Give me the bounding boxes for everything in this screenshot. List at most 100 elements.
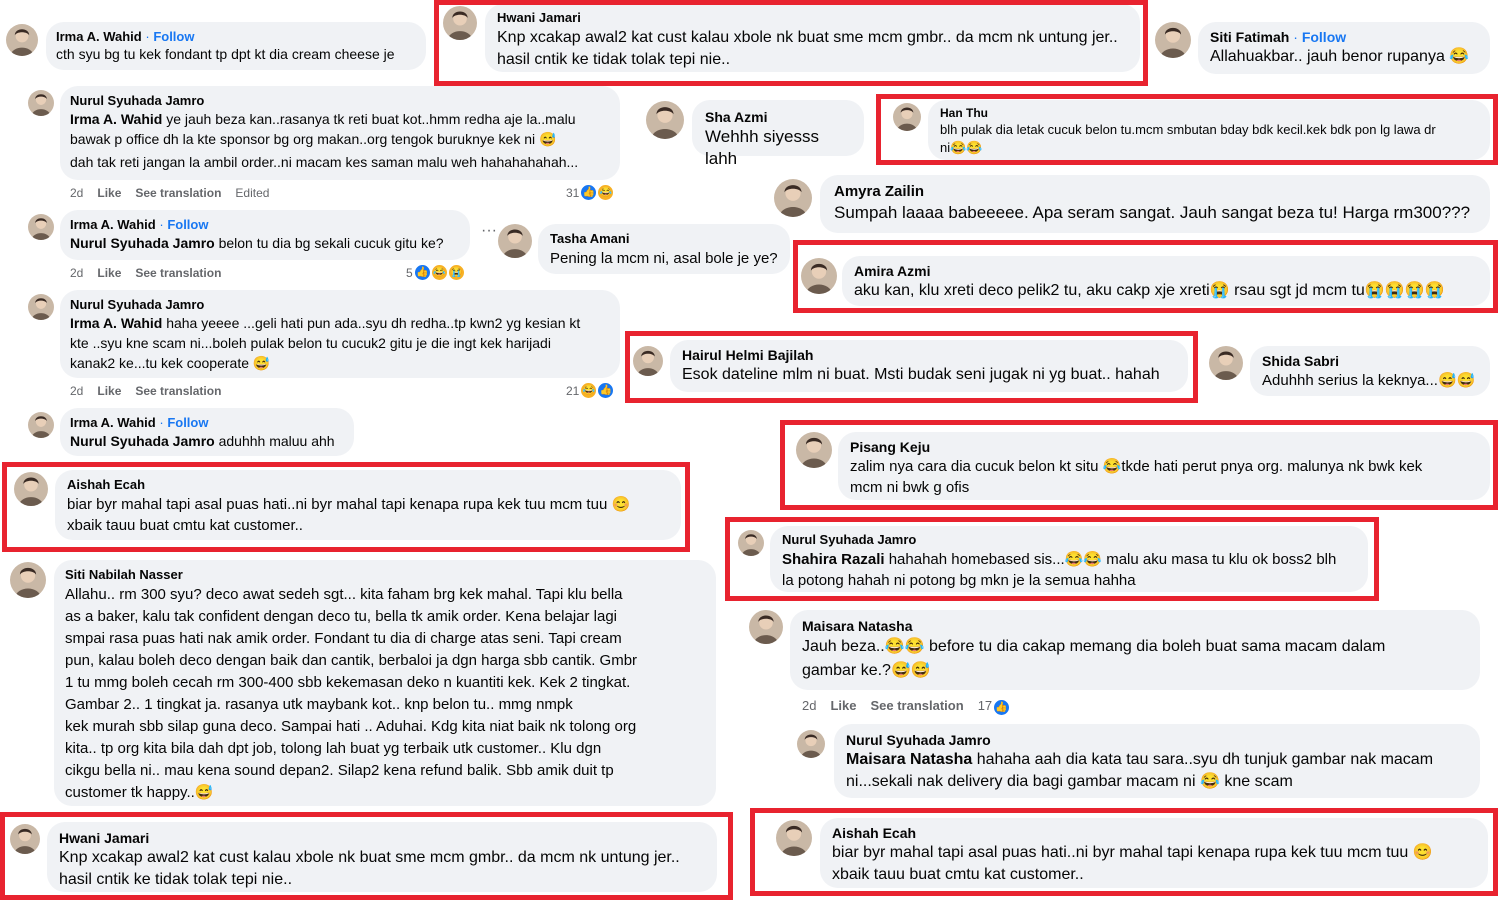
laugh-emoji-icon: 😂 xyxy=(1064,551,1084,568)
comment-text: mcm ni bwk g ofis xyxy=(850,479,970,496)
reaction-count[interactable]: 31 👍 😂 xyxy=(566,185,614,200)
avatar[interactable] xyxy=(14,472,48,506)
author-name[interactable]: Irma A. Wahid xyxy=(70,217,156,232)
avatar[interactable] xyxy=(28,294,54,320)
avatar[interactable] xyxy=(1155,22,1191,58)
see-translation-button[interactable]: See translation xyxy=(135,186,221,200)
comment-text: la potong hahah ni potong bg mkn je la s… xyxy=(782,572,1136,589)
author-name[interactable]: Han Thu xyxy=(940,106,1478,121)
author-name[interactable]: Amira Azmi xyxy=(854,262,1478,280)
follow-button[interactable]: Follow xyxy=(1302,29,1346,45)
like-button[interactable]: Like xyxy=(97,384,121,398)
author-name[interactable]: Hwani Jamari xyxy=(59,829,705,847)
timestamp[interactable]: 2d xyxy=(802,698,816,713)
avatar[interactable] xyxy=(498,224,532,258)
timestamp[interactable]: 2d xyxy=(70,384,83,398)
reaction-count[interactable]: 21 😂 👍 xyxy=(566,383,614,398)
avatar[interactable] xyxy=(1209,346,1243,380)
comment-actions: 2d Like See translation 17 👍 xyxy=(802,698,1023,715)
comment-text: 1 tu mmg boleh cecah rm 300-400 sbb keke… xyxy=(65,674,631,691)
like-reaction-icon: 👍 xyxy=(598,383,614,398)
cry-emoji-icon: 😭 xyxy=(1424,282,1445,299)
avatar[interactable] xyxy=(749,610,783,644)
comment-text: ye jauh beza kan..rasanya tk reti buat k… xyxy=(162,111,576,127)
avatar[interactable] xyxy=(646,101,684,139)
follow-button[interactable]: Follow xyxy=(153,29,194,44)
reaction-number[interactable]: 17 xyxy=(978,698,992,713)
avatar[interactable] xyxy=(893,103,921,131)
comment-text: xbaik tauu buat cmtu kat customer.. xyxy=(832,866,1084,883)
author-name[interactable]: Siti Nabilah Nasser xyxy=(65,566,705,584)
comment-bubble: Sha Azmi Wehhh siyesss lahh xyxy=(692,100,864,168)
author-name[interactable]: Irma A. Wahid xyxy=(56,29,142,44)
haha-reaction-icon: 😂 xyxy=(581,383,597,398)
wow-reaction-icon: 😭 xyxy=(448,265,464,280)
more-options-icon[interactable]: ··· xyxy=(481,222,497,240)
author-name[interactable]: Aishah Ecah xyxy=(67,476,669,494)
comment-bubble: Shida Sabri Aduhhh serius la keknya...😅😅 xyxy=(1250,346,1490,396)
author-name[interactable]: Shida Sabri xyxy=(1262,352,1478,370)
see-translation-button[interactable]: See translation xyxy=(870,698,963,713)
author-name[interactable]: Amyra Zailin xyxy=(834,183,1476,201)
comment-text: cikgu bella ni.. mau kena sound depan2. … xyxy=(65,762,614,779)
comment-bubble: Pisang Keju zalim nya cara dia cucuk bel… xyxy=(838,432,1490,500)
follow-button[interactable]: Follow xyxy=(167,415,208,430)
mention-link[interactable]: Nurul Syuhada Jamro xyxy=(70,433,215,449)
like-button[interactable]: Like xyxy=(97,186,121,200)
sweat-emoji-icon: 😅 xyxy=(1456,372,1476,389)
avatar[interactable] xyxy=(796,432,832,468)
mention-link[interactable]: Irma A. Wahid xyxy=(70,315,162,331)
avatar[interactable] xyxy=(443,6,477,40)
avatar[interactable] xyxy=(10,562,46,598)
comment-text-line1: blh pulak dia letak cucuk belon tu.mcm s… xyxy=(940,122,1436,137)
avatar[interactable] xyxy=(776,820,812,856)
author-name[interactable]: Siti Fatimah xyxy=(1210,29,1289,45)
laugh-emoji-icon: 😂 xyxy=(1083,551,1103,568)
mention-link[interactable]: Maisara Natasha xyxy=(846,751,972,768)
avatar[interactable] xyxy=(28,90,54,116)
comment-bubble: Irma A. Wahid · Follow cth syu bg tu kek… xyxy=(46,22,426,70)
avatar[interactable] xyxy=(28,412,54,438)
avatar[interactable] xyxy=(633,346,663,376)
comment-text: biar byr mahal tapi asal puas hati..ni b… xyxy=(832,844,1409,861)
follow-button[interactable]: Follow xyxy=(167,217,208,232)
like-button[interactable]: Like xyxy=(97,266,121,280)
laugh-emoji-icon: 😂 xyxy=(1449,48,1470,65)
comment-text: before tu dia cakap memang dia boleh bua… xyxy=(924,638,1386,655)
comment-text: belon tu dia bg sekali cucuk gitu ke? xyxy=(214,235,444,251)
comment-text-line1: Knp xcakap awal2 kat cust kalau xbole nk… xyxy=(59,849,680,866)
see-translation-button[interactable]: See translation xyxy=(135,266,221,280)
avatar[interactable] xyxy=(801,258,837,294)
author-name[interactable]: Nurul Syuhada Jamro xyxy=(70,92,610,109)
avatar[interactable] xyxy=(774,179,812,217)
comment-bubble: Nurul Syuhada Jamro Maisara Natasha haha… xyxy=(834,724,1480,798)
author-name[interactable]: Sha Azmi xyxy=(705,108,851,126)
author-name[interactable]: Hairul Helmi Bajilah xyxy=(682,346,1176,364)
timestamp[interactable]: 2d xyxy=(70,186,83,200)
avatar[interactable] xyxy=(797,730,825,758)
author-name[interactable]: Hwani Jamari xyxy=(497,9,1128,27)
mention-link[interactable]: Nurul Syuhada Jamro xyxy=(70,235,215,251)
avatar[interactable] xyxy=(28,214,54,240)
timestamp[interactable]: 2d xyxy=(70,266,83,280)
see-translation-button[interactable]: See translation xyxy=(135,384,221,398)
author-name[interactable]: Aishah Ecah xyxy=(832,824,1476,842)
like-button[interactable]: Like xyxy=(830,698,856,713)
comment-text: Allahuakbar.. jauh benor rupanya xyxy=(1210,48,1445,65)
avatar[interactable] xyxy=(738,530,764,556)
author-name[interactable]: Pisang Keju xyxy=(850,438,1478,456)
author-name[interactable]: Tasha Amani xyxy=(550,230,778,248)
reaction-count[interactable]: 5 👍 😂 😭 xyxy=(406,265,464,280)
comment-text: Wehhh siyesss lahh xyxy=(705,127,820,168)
author-name[interactable]: Nurul Syuhada Jamro xyxy=(846,731,1468,749)
sad-emoji-icon: 😊 xyxy=(611,496,631,513)
author-name[interactable]: Nurul Syuhada Jamro xyxy=(70,296,610,313)
mention-link[interactable]: Irma A. Wahid xyxy=(70,111,162,127)
avatar[interactable] xyxy=(10,824,40,854)
mention-link[interactable]: Shahira Razali xyxy=(782,551,885,568)
author-name[interactable]: Irma A. Wahid xyxy=(70,415,156,430)
cry-emoji-icon: 😭 xyxy=(1364,282,1385,299)
author-name[interactable]: Maisara Natasha xyxy=(802,617,1468,635)
avatar[interactable] xyxy=(6,24,38,56)
author-name[interactable]: Nurul Syuhada Jamro xyxy=(782,531,1356,549)
